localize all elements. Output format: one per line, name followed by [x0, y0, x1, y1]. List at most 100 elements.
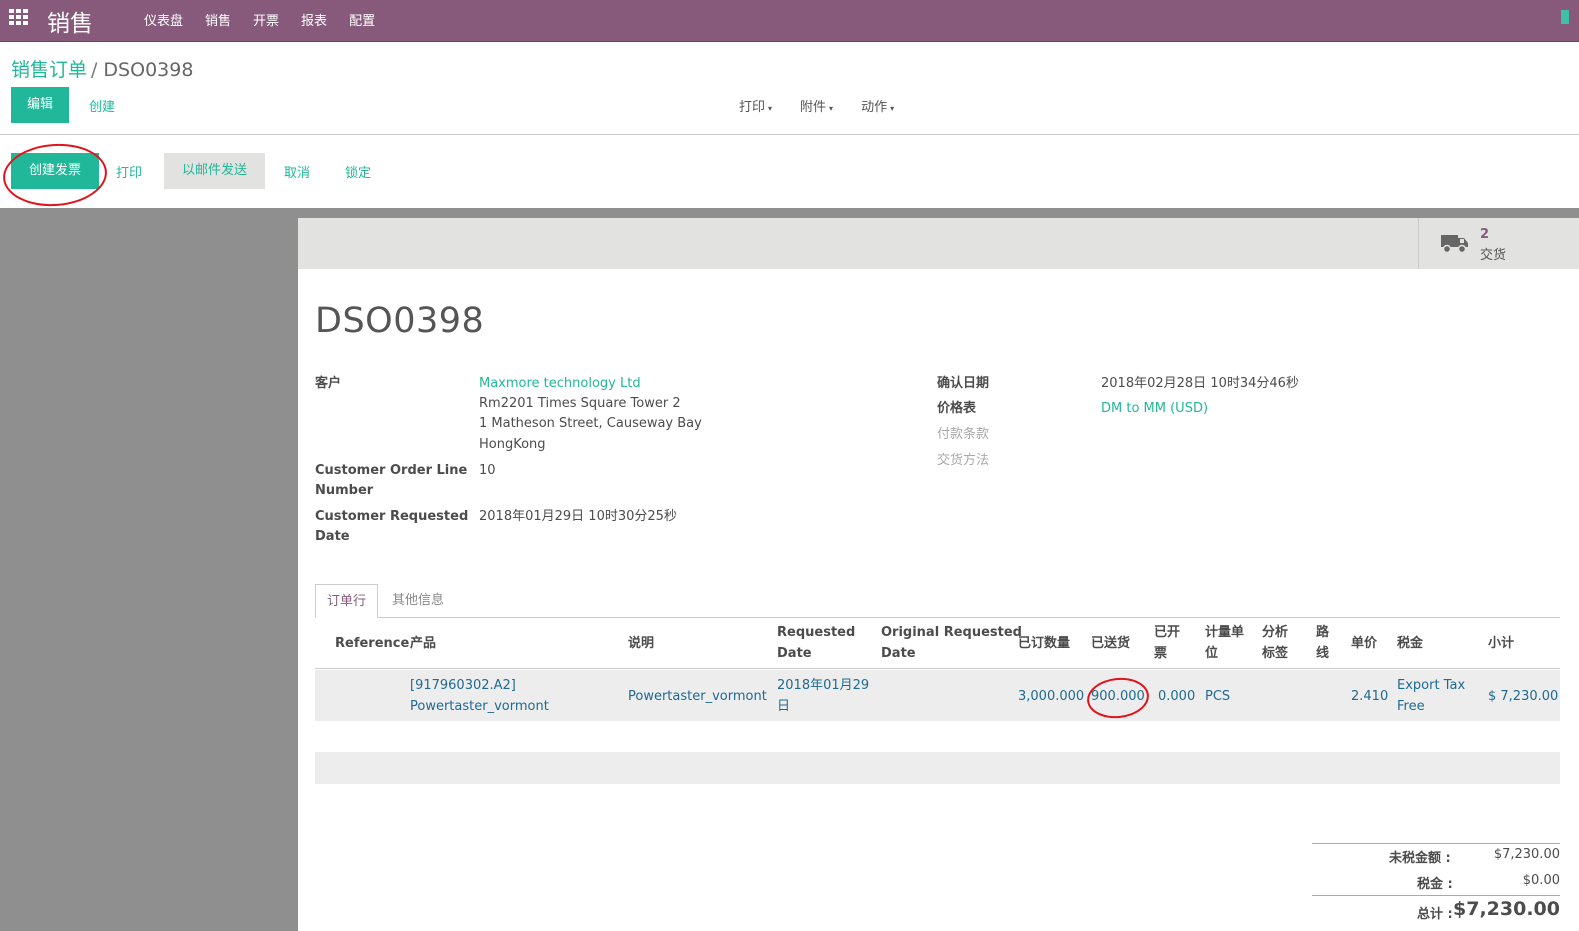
attachment-dropdown[interactable]: 附件 ▾	[800, 96, 833, 115]
col-description[interactable]: 说明	[628, 633, 654, 654]
cell-uom: PCS	[1205, 689, 1231, 704]
confirm-date-label: 确认日期	[937, 376, 990, 391]
header-line: Date	[881, 646, 916, 661]
delivery-method-label: 交货方法	[937, 453, 990, 468]
table-row[interactable]: [917960302.A2] Powertaster_vormont Power…	[315, 670, 1560, 721]
cell-line: 2018年01月29	[777, 678, 870, 693]
header-line: 标签	[1262, 646, 1289, 661]
cell-line: Export Tax	[1397, 678, 1466, 693]
cell-ordered-qty: 3,000.000	[1018, 689, 1085, 704]
tab-order-lines[interactable]: 订单行	[315, 584, 379, 618]
col-unit-price[interactable]: 单价	[1351, 633, 1377, 654]
header-line: Original Requested	[881, 625, 1022, 640]
lock-button[interactable]: 锁定	[345, 162, 371, 181]
customer-address-line: Rm2201 Times Square Tower 2	[479, 396, 681, 411]
col-analytic-tags[interactable]: 分析 标签	[1262, 622, 1288, 664]
main-menu: 仪表盘 销售 开票 报表 配置	[144, 10, 375, 29]
total-amount-value: $7,230.00	[1453, 898, 1560, 920]
cell-description: Powertaster_vormont	[628, 689, 767, 704]
order-lines-header: Reference 产品 说明 Requested Date Original …	[315, 619, 1560, 669]
col-invoiced[interactable]: 已开 票	[1154, 622, 1180, 664]
menu-item-invoicing[interactable]: 开票	[253, 10, 279, 29]
apps-grid-icon[interactable]	[9, 9, 28, 26]
sidebar-dropdowns: 打印 ▾ 附件 ▾ 动作 ▾	[739, 96, 894, 115]
col-delivered[interactable]: 已送货	[1091, 633, 1130, 654]
untaxed-amount-label: 未税金额 :	[1389, 851, 1451, 866]
col-reference[interactable]: Reference	[335, 633, 409, 654]
tab-other-info[interactable]: 其他信息	[381, 584, 455, 618]
label-line: Date	[315, 529, 350, 544]
cell-unit-price: 2.410	[1351, 689, 1389, 704]
col-product[interactable]: 产品	[410, 633, 436, 654]
col-subtotal[interactable]: 小计	[1488, 633, 1514, 654]
header-line: Date	[777, 646, 812, 661]
notebook-tabs: 订单行 其他信息	[315, 584, 1560, 618]
cell-subtotal: $ 7,230.00	[1488, 689, 1559, 704]
menu-item-config[interactable]: 配置	[349, 10, 375, 29]
breadcrumb-parent[interactable]: 销售订单	[11, 59, 87, 81]
pricelist-link[interactable]: DM to MM (USD)	[1101, 399, 1208, 419]
col-ordered-qty[interactable]: 已订数量	[1018, 633, 1070, 654]
attachment-dropdown-label: 附件	[800, 100, 827, 115]
menu-item-sales[interactable]: 销售	[205, 10, 231, 29]
col-route[interactable]: 路 线	[1316, 622, 1329, 664]
totals-divider	[1312, 895, 1560, 896]
cell-line: [917960302.A2]	[410, 678, 516, 693]
breadcrumb: 销售订单 / DSO0398	[11, 55, 193, 82]
action-dropdown[interactable]: 动作 ▾	[861, 96, 894, 115]
delivery-label: 交货	[1480, 248, 1507, 263]
requested-date-value: 2018年01月29日 10时30分25秒	[479, 509, 677, 524]
breadcrumb-current: DSO0398	[103, 59, 194, 81]
customer-address-line: HongKong	[479, 437, 546, 452]
confirm-date-value: 2018年02月28日 10时34分46秒	[1101, 376, 1299, 391]
cell-tax: Export Tax Free	[1397, 675, 1465, 717]
table-add-line-row[interactable]	[315, 752, 1560, 784]
user-menu-toggle[interactable]	[1561, 10, 1569, 24]
menu-item-dashboard[interactable]: 仪表盘	[144, 10, 183, 29]
totals-divider	[1312, 843, 1560, 844]
header-line: 线	[1316, 646, 1330, 661]
top-navbar: 销售 仪表盘 销售 开票 报表 配置	[0, 0, 1579, 42]
cell-line: Free	[1397, 699, 1425, 714]
header-line: 票	[1154, 646, 1168, 661]
truck-icon	[1441, 235, 1468, 254]
breadcrumb-separator: /	[91, 59, 98, 81]
delivery-count: 2	[1480, 227, 1490, 242]
print-dropdown-label: 打印	[739, 100, 766, 115]
tax-amount-value: $0.00	[1522, 873, 1560, 888]
header-line: 路	[1316, 625, 1330, 640]
cell-line: 日	[777, 699, 791, 714]
menu-item-reports[interactable]: 报表	[301, 10, 327, 29]
tax-amount-label: 税金 :	[1417, 877, 1453, 892]
print-dropdown[interactable]: 打印 ▾	[739, 96, 772, 115]
smart-button-box	[298, 218, 1579, 269]
cell-invoiced: 0.000	[1158, 689, 1196, 704]
edit-button[interactable]: 编辑	[11, 87, 69, 123]
header-line: 已开	[1154, 625, 1181, 640]
payment-terms-label: 付款条款	[937, 427, 990, 442]
col-tax[interactable]: 税金	[1397, 633, 1423, 654]
cell-requested-date: 2018年01月29 日	[777, 675, 869, 717]
col-uom[interactable]: 计量单 位	[1205, 622, 1244, 664]
requested-date-label: Customer Requested Date	[315, 507, 468, 547]
label-line: Customer Order Line	[315, 463, 468, 478]
app-title: 销售	[47, 11, 93, 37]
delivery-smart-button[interactable]: 2 交货	[1418, 218, 1579, 269]
cancel-button[interactable]: 取消	[284, 162, 310, 181]
caret-down-icon: ▾	[829, 104, 834, 113]
col-original-requested-date[interactable]: Original Requested Date	[881, 622, 1022, 664]
header-line: 分析	[1262, 625, 1289, 640]
order-line-number-label: Customer Order Line Number	[315, 461, 467, 501]
caret-down-icon: ▾	[890, 104, 895, 113]
create-button[interactable]: 创建	[89, 96, 115, 115]
cell-line: Powertaster_vormont	[410, 699, 549, 714]
header-line: 计量单	[1205, 625, 1245, 640]
pricelist-label: 价格表	[937, 401, 977, 416]
form-sheet	[298, 218, 1579, 931]
customer-address-line: 1 Matheson Street, Causeway Bay	[479, 416, 702, 431]
customer-link[interactable]: Maxmore technology Ltd	[479, 374, 641, 394]
send-email-button[interactable]: 以邮件发送	[164, 153, 265, 189]
col-requested-date[interactable]: Requested Date	[777, 622, 855, 664]
label-line: Customer Requested	[315, 509, 469, 524]
print-button[interactable]: 打印	[116, 162, 142, 181]
